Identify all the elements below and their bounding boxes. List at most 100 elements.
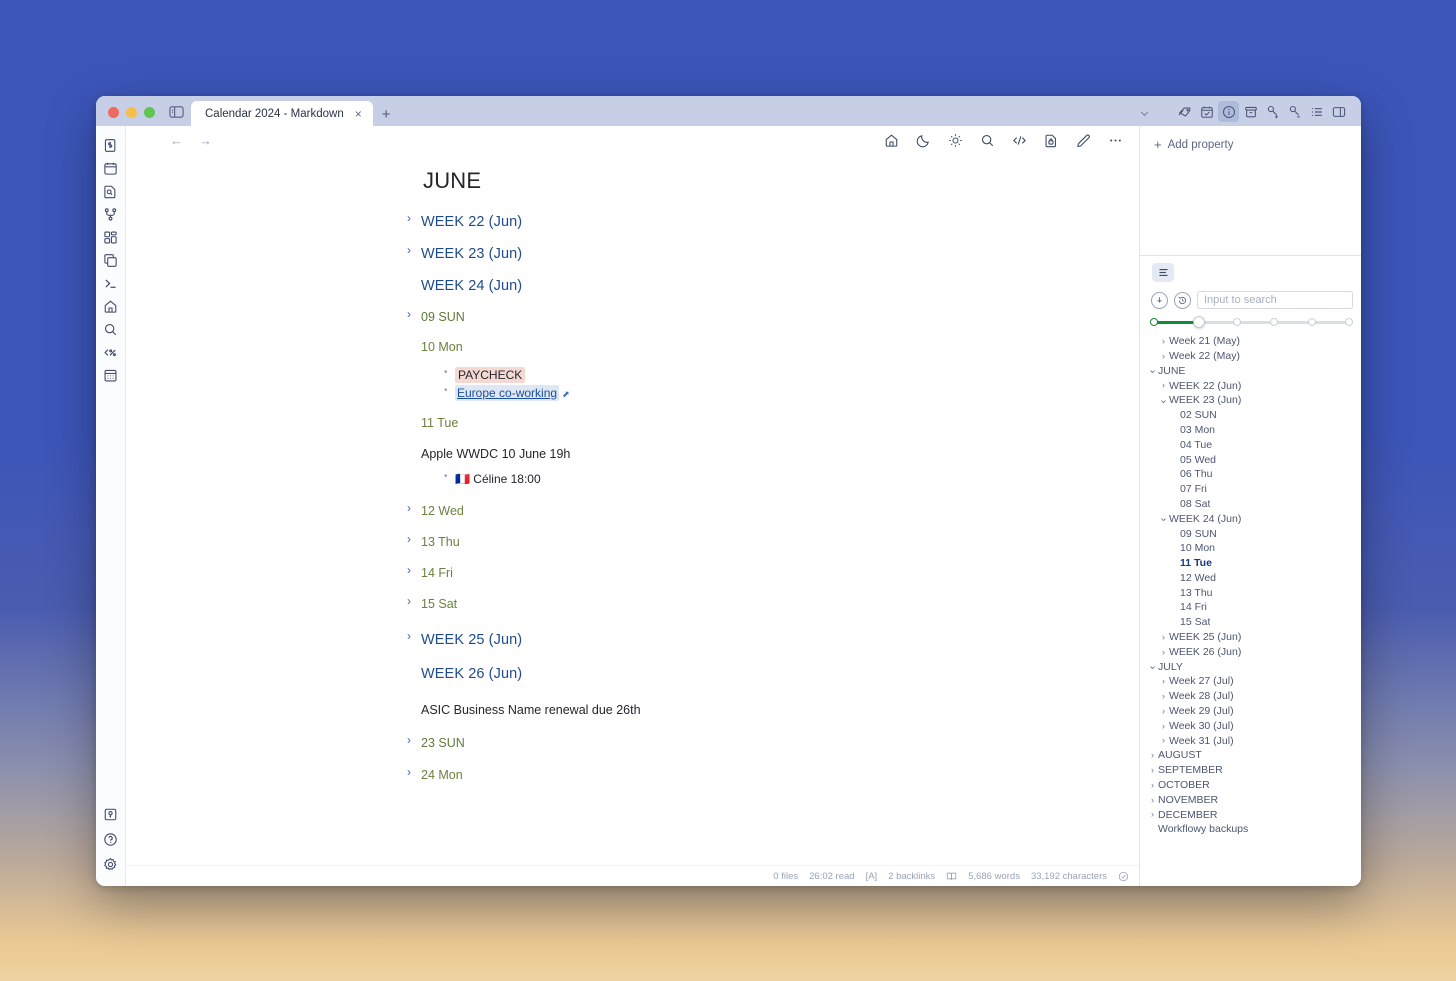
tree-item[interactable]: 15 Sat <box>1140 615 1361 630</box>
slider-handle[interactable] <box>1192 316 1205 328</box>
heading-day-10-mon[interactable]: 10 Mon <box>421 336 1099 358</box>
tree-item[interactable]: › NOVEMBER <box>1140 793 1361 808</box>
slider-tick[interactable] <box>1308 318 1317 326</box>
outline-depth-slider[interactable] <box>1150 315 1353 329</box>
forward-button[interactable]: → <box>199 133 212 148</box>
tree-item[interactable]: › Week 30 (Jul) <box>1140 719 1361 734</box>
slider-tick[interactable] <box>1345 318 1353 326</box>
chevron-right-icon[interactable]: › <box>1158 351 1169 361</box>
more-icon[interactable] <box>1107 132 1123 148</box>
tree-item[interactable]: ⌄ JUNE <box>1140 364 1361 379</box>
search-input[interactable] <box>1197 291 1353 309</box>
chevron-right-icon[interactable]: › <box>1158 677 1169 686</box>
tree-item[interactable]: 07 Fri <box>1140 482 1361 497</box>
chevron-right-icon[interactable]: › <box>407 765 411 781</box>
document-scroll-area[interactable]: JUNE › WEEK 22 (Jun) › WEEK 23 (Jun) WEE… <box>126 154 1139 865</box>
heading-day-11-tue[interactable]: 11 Tue <box>421 412 1099 434</box>
tree-item[interactable]: › Week 22 (May) <box>1140 349 1361 364</box>
slider-tick[interactable] <box>1270 318 1279 326</box>
chevron-down-icon[interactable]: ⌄ <box>1158 395 1169 406</box>
settings-gear-icon[interactable] <box>100 853 122 875</box>
file-search-icon[interactable] <box>100 180 122 202</box>
tree-item[interactable]: › AUGUST <box>1140 748 1361 763</box>
home-icon[interactable] <box>883 132 899 148</box>
back-button[interactable]: ← <box>170 133 183 148</box>
chevron-right-icon[interactable]: › <box>407 563 411 579</box>
heading-day-13-thu[interactable]: › 13 Thu <box>407 531 1099 553</box>
chevron-right-icon[interactable]: › <box>1147 810 1158 819</box>
calendar-icon[interactable] <box>100 157 122 179</box>
add-property-button[interactable]: + Add property <box>1154 138 1347 151</box>
info-icon[interactable] <box>1218 101 1239 122</box>
tree-item[interactable]: › DECEMBER <box>1140 808 1361 823</box>
history-icon[interactable] <box>1174 291 1191 309</box>
dashboard-icon[interactable] <box>100 226 122 248</box>
help-icon[interactable] <box>100 828 122 850</box>
code-icon[interactable] <box>1011 132 1027 148</box>
chevron-right-icon[interactable]: › <box>1158 692 1169 701</box>
chevron-right-icon[interactable]: › <box>407 532 411 548</box>
tree-item[interactable]: 04 Tue <box>1140 438 1361 453</box>
chevron-right-icon[interactable]: › <box>1147 780 1158 790</box>
paragraph-asic[interactable]: ASIC Business Name renewal due 26th <box>421 700 1099 720</box>
tree-item[interactable]: 11 Tue <box>1140 556 1361 571</box>
chevron-right-icon[interactable]: › <box>407 501 411 517</box>
moon-icon[interactable] <box>915 132 931 148</box>
tree-item[interactable]: ⌄ JULY <box>1140 660 1361 675</box>
chevron-right-icon[interactable]: › <box>1158 632 1169 642</box>
list-icon[interactable] <box>1306 101 1327 122</box>
heading-day-14-fri[interactable]: › 14 Fri <box>407 562 1099 584</box>
tree-item[interactable]: ⌄ WEEK 24 (Jun) <box>1140 512 1361 527</box>
paragraph-wwdc[interactable]: Apple WWDC 10 June 19h <box>421 444 1099 464</box>
search-icon[interactable] <box>100 318 122 340</box>
search-icon[interactable] <box>979 132 995 148</box>
chevron-right-icon[interactable]: › <box>407 733 411 749</box>
new-tab-button[interactable]: + <box>373 107 400 126</box>
link-add-icon[interactable] <box>1262 101 1283 122</box>
slider-tick[interactable] <box>1150 318 1158 326</box>
git-branch-icon[interactable] <box>100 203 122 225</box>
chevron-right-icon[interactable]: › <box>1158 736 1169 745</box>
chevron-right-icon[interactable]: › <box>407 243 411 259</box>
list-item[interactable]: PAYCHECK <box>444 366 1099 384</box>
heading-week-23[interactable]: › WEEK 23 (Jun) <box>407 242 1099 266</box>
list-item[interactable]: 🇫🇷 Céline 18:00 <box>444 470 1099 488</box>
tree-item[interactable]: 05 Wed <box>1140 452 1361 467</box>
heading-week-24[interactable]: WEEK 24 (Jun) <box>421 274 1099 298</box>
chevron-right-icon[interactable]: › <box>1158 721 1169 731</box>
link-remove-icon[interactable] <box>1284 101 1305 122</box>
tree-item[interactable]: 09 SUN <box>1140 526 1361 541</box>
tree-item[interactable]: 12 Wed <box>1140 571 1361 586</box>
code-percent-icon[interactable] <box>100 341 122 363</box>
tree-item[interactable]: 03 Mon <box>1140 423 1361 438</box>
heading-day-23-sun[interactable]: › 23 SUN <box>407 732 1099 754</box>
outline-list-icon[interactable] <box>1152 263 1174 282</box>
tree-item[interactable]: 06 Thu <box>1140 467 1361 482</box>
heading-week-22[interactable]: › WEEK 22 (Jun) <box>407 210 1099 234</box>
chevron-down-icon[interactable]: ⌄ <box>1158 513 1169 524</box>
copy-icon[interactable] <box>100 249 122 271</box>
chevron-right-icon[interactable]: › <box>1147 751 1158 760</box>
close-window-button[interactable] <box>108 107 119 118</box>
tab-calendar-2024[interactable]: Calendar 2024 - Markdown × <box>191 101 373 126</box>
heading-day-09-sun[interactable]: › 09 SUN <box>407 306 1099 328</box>
tree-item[interactable]: › Week 21 (May) <box>1140 334 1361 349</box>
chevron-right-icon[interactable]: › <box>407 629 411 645</box>
check-circle-icon[interactable] <box>1118 871 1129 882</box>
tags-icon[interactable] <box>1174 101 1195 122</box>
slider-tick[interactable] <box>1232 318 1241 326</box>
tree-item[interactable]: › WEEK 26 (Jun) <box>1140 645 1361 660</box>
chevron-right-icon[interactable]: › <box>1147 766 1158 775</box>
tree-item[interactable]: › SEPTEMBER <box>1140 763 1361 778</box>
plugin-icon[interactable] <box>100 803 122 825</box>
heading-day-15-sat[interactable]: › 15 Sat <box>407 593 1099 615</box>
chevron-down-icon[interactable]: ⌄ <box>1147 365 1158 376</box>
archive-icon[interactable] <box>1240 101 1261 122</box>
tree-item[interactable]: ⌄ WEEK 23 (Jun) <box>1140 393 1361 408</box>
calendar-check-icon[interactable] <box>1196 101 1217 122</box>
tree-item[interactable]: › WEEK 25 (Jun) <box>1140 630 1361 645</box>
heading-week-25[interactable]: › WEEK 25 (Jun) <box>407 628 1099 652</box>
chevron-down-icon[interactable]: ⌄ <box>1147 661 1158 672</box>
tree-item[interactable]: Workflowy backups <box>1140 822 1361 837</box>
outline-tree[interactable]: › Week 21 (May) › Week 22 (May) ⌄ JUNE › WEEK 2… <box>1140 331 1361 886</box>
